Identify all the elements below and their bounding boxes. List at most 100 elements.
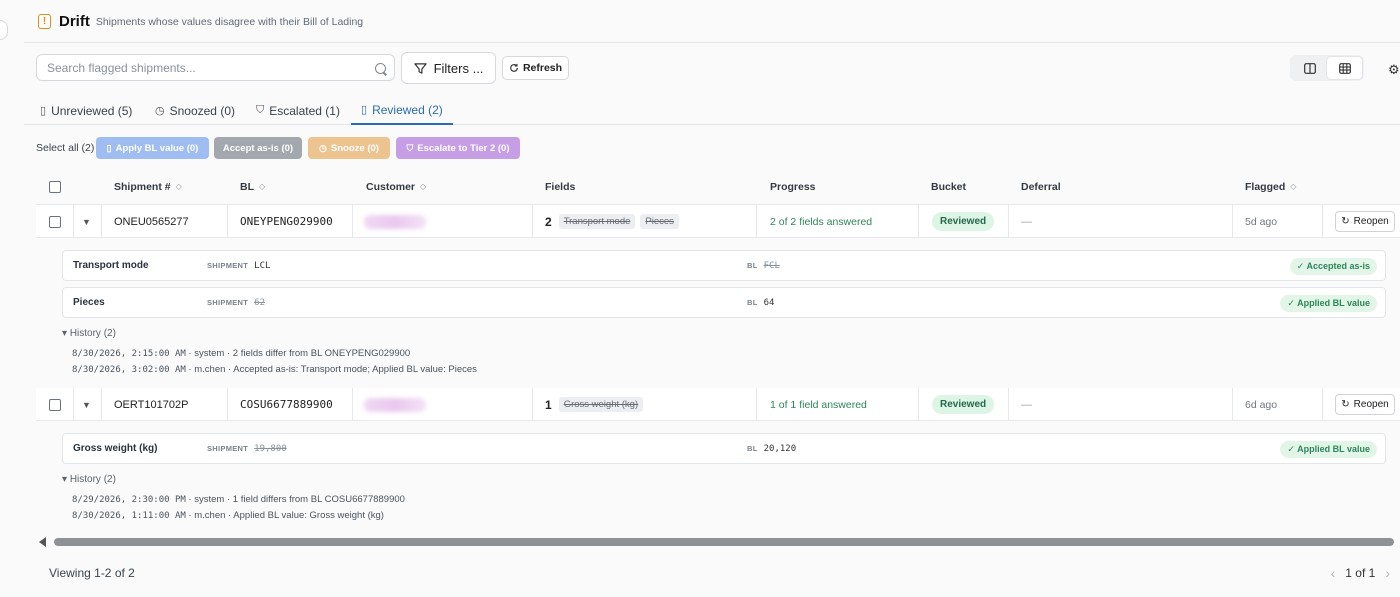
select-all-checkbox-cell xyxy=(49,168,61,205)
filters-label: Filters ... xyxy=(433,60,484,76)
refresh-icon: ↻ xyxy=(1341,216,1350,227)
row-checkbox[interactable] xyxy=(49,215,61,228)
view-toggle xyxy=(1290,55,1364,81)
search-icon xyxy=(375,63,386,74)
filters-button[interactable]: Filters ... xyxy=(401,52,496,84)
bl-value: BL FCL xyxy=(747,261,780,271)
split-view-button[interactable] xyxy=(1292,57,1327,79)
history-timestamp: 8/30/2026, 2:15:00 AM xyxy=(72,349,186,359)
escalate-tier2-button[interactable]: ⛉ Escalate to Tier 2 (0) xyxy=(396,137,520,159)
field-diff-row: Gross weight (kg) SHIPMENT 19,800 BL 20,12… xyxy=(62,433,1386,464)
select-all-link[interactable]: Select all (2) xyxy=(36,142,94,154)
shipment-number[interactable]: OERT101702P xyxy=(114,388,188,421)
shield-icon: ⛉ xyxy=(256,104,265,116)
tab-snoozed-label: Snoozed (0) xyxy=(169,103,235,118)
refresh-icon xyxy=(510,63,518,72)
sort-icon: ◇ xyxy=(420,182,427,191)
bl-value: BL 64 xyxy=(747,298,774,308)
history-timestamp: 8/30/2026, 1:11:00 AM xyxy=(72,511,186,521)
resolution-label: Applied BL value xyxy=(1297,298,1370,308)
history-toggle[interactable]: ▾ History (2) xyxy=(62,474,116,485)
column-deferral: Deferral xyxy=(1021,168,1061,205)
chevron-left-icon[interactable]: ‹ xyxy=(1331,565,1336,581)
shipment-field-value: 62 xyxy=(254,298,265,308)
pagination: ‹ 1 of 1 › xyxy=(1321,565,1390,581)
tab-bar: ▯ Unreviewed (5) ◷ Snoozed (0) ⛉ Escalat… xyxy=(24,96,1400,125)
search-input[interactable] xyxy=(36,54,395,81)
shipment-value: SHIPMENT 62 xyxy=(207,298,265,308)
bl-key: BL xyxy=(747,261,758,270)
horizontal-scrollbar[interactable] xyxy=(36,535,1400,549)
scrollbar-thumb[interactable] xyxy=(54,538,1394,546)
table-footer: Viewing 1-2 of 2 ‹ 1 of 1 › xyxy=(24,556,1400,588)
reopen-button[interactable]: ↻ Reopen xyxy=(1335,394,1395,415)
field-diff-row: Transport mode SHIPMENT LCL BL FCL ✓ Accep… xyxy=(62,250,1386,281)
tab-escalated[interactable]: ⛉ Escalated (1) xyxy=(256,96,340,125)
apply-bl-value-label: Apply BL value (0) xyxy=(115,142,199,154)
reopen-label: Reopen xyxy=(1353,399,1389,410)
page-subtitle: Shipments whose values disagree with the… xyxy=(95,16,364,28)
chevron-right-icon[interactable]: › xyxy=(1385,565,1390,581)
row-detail: Transport mode SHIPMENT LCL BL FCL ✓ Accep… xyxy=(24,238,1400,388)
field-chip: Pieces xyxy=(640,214,679,229)
field-diff-row: Pieces SHIPMENT 62 BL 64 ✓ Applied BL valu… xyxy=(62,287,1386,318)
viewing-count: Viewing 1-2 of 2 xyxy=(49,566,135,580)
panel-collapse-handle[interactable] xyxy=(0,20,8,40)
chevron-down-icon: ▾ xyxy=(62,474,70,485)
apply-bl-value-button[interactable]: ▯ Apply BL value (0) xyxy=(96,137,209,159)
column-bl[interactable]: BL ◇ xyxy=(240,168,265,205)
shipment-number[interactable]: ONEU0565277 xyxy=(114,205,189,238)
document-icon: ▯ xyxy=(106,142,112,153)
column-customer-label: Customer xyxy=(366,180,416,193)
table-row[interactable]: ▼ ONEU0565277 ONEYPENG029900 2 Transport… xyxy=(36,205,1400,238)
accept-as-is-button[interactable]: Accept as-is (0) xyxy=(214,137,302,159)
refresh-button[interactable]: Refresh xyxy=(502,56,569,80)
column-progress-label: Progress xyxy=(770,180,816,193)
check-icon: ✓ xyxy=(1287,298,1298,308)
refresh-label: Refresh xyxy=(522,62,563,74)
select-all-checkbox[interactable] xyxy=(49,180,61,193)
column-shipment[interactable]: Shipment # ◇ xyxy=(114,168,182,205)
gear-icon[interactable]: ⚙ xyxy=(1388,62,1400,78)
bl-key: BL xyxy=(747,298,758,307)
grid-view-button[interactable] xyxy=(1327,57,1362,79)
column-customer[interactable]: Customer ◇ xyxy=(366,168,426,205)
expand-caret-icon[interactable]: ▼ xyxy=(82,217,91,227)
column-fields: Fields xyxy=(545,168,575,205)
field-label: Pieces xyxy=(73,297,105,308)
shipment-value: SHIPMENT LCL xyxy=(207,261,270,271)
grid-view-icon xyxy=(1338,62,1351,74)
chevron-down-icon: ▾ xyxy=(62,328,70,339)
resolution-badge: ✓ Accepted as-is xyxy=(1289,258,1377,275)
customer-redacted xyxy=(364,214,426,229)
reopen-button[interactable]: ↻ Reopen xyxy=(1335,211,1395,232)
tab-reviewed[interactable]: ▯ Reviewed (2) xyxy=(351,96,453,125)
snooze-button[interactable]: ◷ Snooze (0) xyxy=(308,137,390,159)
shipment-key: SHIPMENT xyxy=(207,261,249,270)
column-flagged[interactable]: Flagged ◇ xyxy=(1245,168,1296,205)
sort-icon: ◇ xyxy=(175,182,182,191)
tab-unreviewed[interactable]: ▯ Unreviewed (5) xyxy=(40,96,132,125)
status-badge: Reviewed xyxy=(932,212,995,231)
expand-caret-icon[interactable]: ▼ xyxy=(82,400,91,410)
deferral-value: — xyxy=(1021,215,1032,228)
shield-icon: ⛉ xyxy=(406,142,414,153)
field-label: Transport mode xyxy=(73,260,149,271)
column-shipment-label: Shipment # xyxy=(114,180,171,193)
shipments-table: Shipment # ◇ BL ◇ Customer ◇ Fields Progres… xyxy=(36,168,1400,205)
resolution-label: Accepted as-is xyxy=(1306,261,1370,271)
tab-unreviewed-label: Unreviewed (5) xyxy=(51,103,133,118)
page-title: Drift xyxy=(59,12,90,30)
tab-escalated-label: Escalated (1) xyxy=(269,103,340,118)
history-toggle[interactable]: ▾ History (2) xyxy=(62,328,116,339)
resolution-badge: ✓ Applied BL value xyxy=(1280,295,1377,312)
bulk-actions: Select all (2) ▯ Apply BL value (0) Accep… xyxy=(36,137,636,159)
toolbar: Filters ... Refresh ⚙ xyxy=(36,52,1400,84)
shipment-key: SHIPMENT xyxy=(207,444,249,453)
clock-icon: ◷ xyxy=(319,142,327,153)
tab-snoozed[interactable]: ◷ Snoozed (0) xyxy=(155,96,235,125)
row-checkbox[interactable] xyxy=(49,398,61,411)
shipment-value: SHIPMENT 19,800 xyxy=(207,444,287,454)
table-row[interactable]: ▼ OERT101702P COSU6677889900 1 Gross wei… xyxy=(36,388,1400,421)
scroll-left-icon[interactable] xyxy=(39,537,46,547)
